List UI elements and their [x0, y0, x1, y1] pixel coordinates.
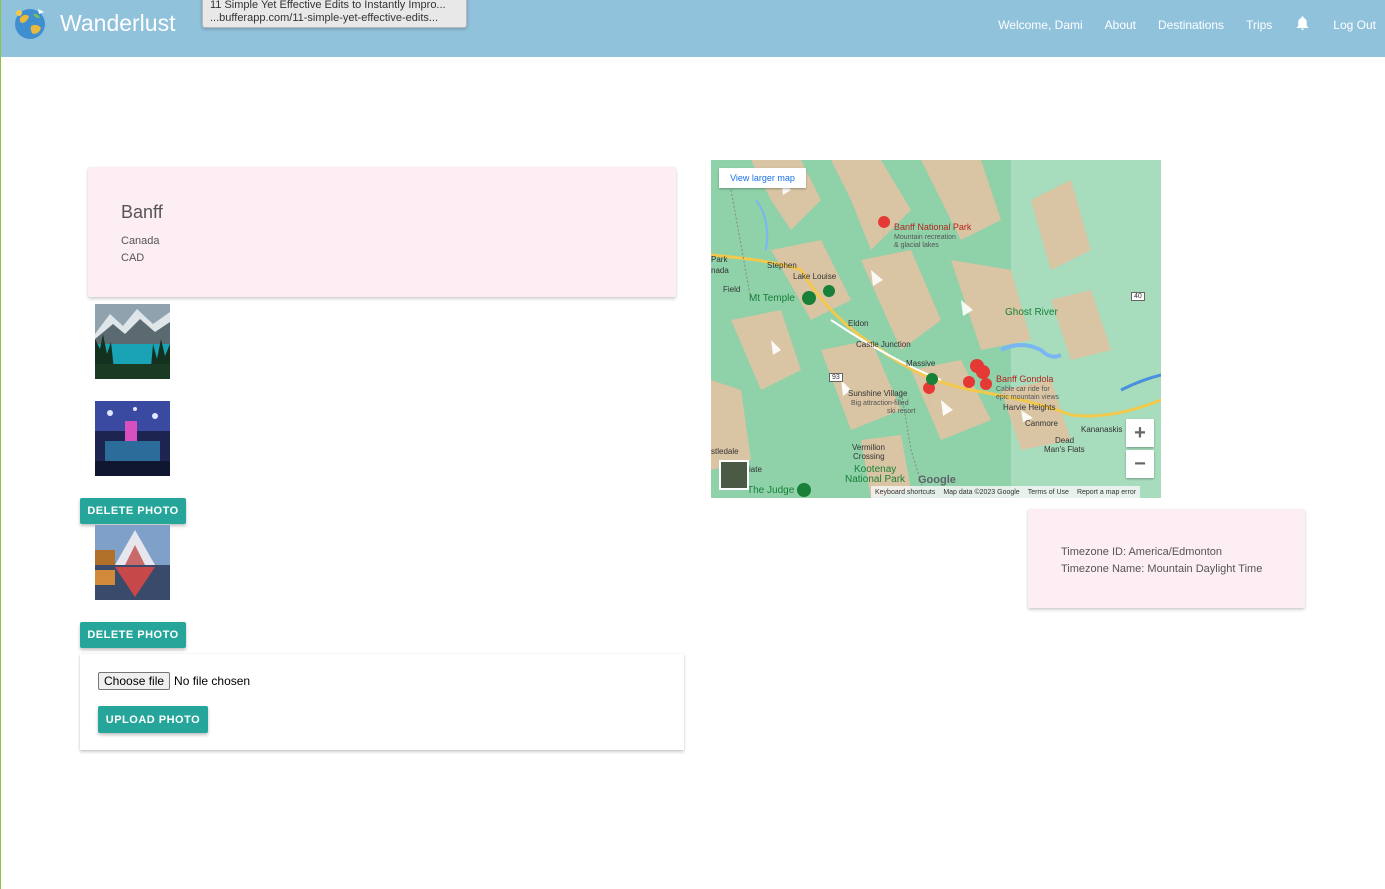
photo-night — [95, 401, 170, 476]
nav-logout[interactable]: Log Out — [1333, 18, 1376, 32]
timezone-id: Timezone ID: America/Edmonton — [1061, 546, 1222, 558]
destination-country: Canada — [121, 235, 160, 247]
delete-photo-button-1[interactable]: DELETE PHOTO — [80, 498, 186, 524]
google-map[interactable]: View larger map Banff National Park Moun… — [711, 160, 1161, 498]
place-the-judge: The Judge — [747, 485, 795, 496]
place-nada: nada — [711, 266, 729, 275]
map-data-credit: Map data ©2023 Google — [943, 488, 1020, 496]
place-kootenay-2: National Park — [845, 474, 906, 485]
highway-40-badge: 40 — [1131, 292, 1145, 301]
place-canmore: Canmore — [1025, 419, 1058, 428]
place-castle-junction: Castle Junction — [856, 340, 911, 349]
photo-castle — [95, 525, 170, 600]
file-status: No file chosen — [174, 674, 251, 688]
place-park: Park — [711, 255, 728, 264]
place-ghost-river: Ghost River — [1005, 307, 1058, 318]
notification-bell-icon[interactable] — [1294, 14, 1311, 32]
place-massive: Massive — [906, 359, 936, 368]
timezone-name: Timezone Name: Mountain Daylight Time — [1061, 563, 1263, 575]
place-eldon: Eldon — [848, 319, 869, 328]
place-gondola-sub2: epic mountain views — [996, 394, 1060, 401]
destination-card: Banff Canada CAD — [88, 167, 676, 297]
nav-trips[interactable]: Trips — [1246, 18, 1272, 32]
navbar: Wanderlust Welcome, Dami About Destinati… — [1, 0, 1385, 57]
file-input[interactable]: Choose file No file chosen — [98, 672, 250, 690]
place-harvie-heights: Harvie Heights — [1003, 403, 1056, 412]
destination-name: Banff — [121, 202, 163, 222]
place-iate: iate — [749, 465, 762, 474]
place-lake-louise: Lake Louise — [793, 272, 837, 281]
brand-title[interactable]: Wanderlust — [60, 10, 175, 37]
terms-link[interactable]: Terms of Use — [1028, 489, 1069, 496]
place-banff-np-sub1: Mountain recreation — [894, 234, 956, 241]
place-banff-np[interactable]: Banff National Park — [894, 222, 971, 232]
nav-links: Welcome, Dami About Destinations Trips L… — [998, 0, 1385, 50]
place-banff-np-sub2: & glacial lakes — [894, 242, 939, 249]
map-terrain — [711, 160, 1161, 498]
upload-card: Choose file No file chosen UPLOAD PHOTO — [80, 654, 684, 750]
place-dead-mans-flats-2: Man's Flats — [1044, 445, 1085, 454]
timezone-card: Timezone ID: America/Edmonton Timezone N… — [1028, 509, 1305, 608]
satellite-toggle[interactable] — [719, 460, 749, 490]
tooltip-url: ...bufferapp.com/11-simple-yet-effective… — [210, 12, 439, 24]
place-field: Field — [723, 285, 741, 294]
google-logo: Google — [918, 474, 956, 486]
place-stephen: Stephen — [767, 261, 797, 270]
destination-currency: CAD — [121, 252, 145, 264]
photo-lake — [95, 304, 170, 379]
link-tooltip: 11 Simple Yet Effective Edits to Instant… — [202, 0, 467, 28]
upload-photo-button[interactable]: UPLOAD PHOTO — [98, 706, 208, 733]
choose-file-button[interactable]: Choose file — [98, 672, 171, 690]
nav-welcome[interactable]: Welcome, Dami — [998, 18, 1082, 32]
keyboard-shortcuts-link[interactable]: Keyboard shortcuts — [875, 489, 935, 496]
place-kananaskis: Kananaskis — [1081, 425, 1123, 434]
place-mt-temple[interactable]: Mt Temple — [749, 293, 795, 304]
zoom-out-button[interactable]: − — [1126, 450, 1154, 478]
place-dead-mans-flats-1: Dead — [1055, 436, 1075, 445]
tooltip-title: 11 Simple Yet Effective Edits to Instant… — [210, 0, 446, 11]
place-sunshine-village[interactable]: Sunshine Village — [848, 389, 907, 398]
globe-logo-icon[interactable] — [11, 4, 49, 42]
zoom-in-button[interactable]: + — [1126, 419, 1154, 447]
place-sunshine-sub1: Big attraction-filled — [851, 400, 909, 407]
place-astledale: stledale — [711, 447, 739, 456]
highway-93-badge: 93 — [829, 373, 843, 382]
place-vermilion-1: Vermilion — [852, 443, 885, 452]
place-gondola-sub1: Cable car ride for — [996, 386, 1050, 393]
map-footer: Keyboard shortcuts Map data ©2023 Google… — [871, 486, 1141, 498]
place-vermilion-2: Crossing — [853, 452, 885, 461]
view-larger-map-link[interactable]: View larger map — [719, 168, 806, 188]
place-banff-gondola[interactable]: Banff Gondola — [996, 374, 1053, 384]
place-sunshine-sub2: ski resort — [887, 408, 916, 415]
nav-about[interactable]: About — [1105, 18, 1136, 32]
report-error-link[interactable]: Report a map error — [1077, 489, 1136, 496]
delete-photo-button-2[interactable]: DELETE PHOTO — [80, 622, 186, 648]
nav-destinations[interactable]: Destinations — [1158, 18, 1224, 32]
